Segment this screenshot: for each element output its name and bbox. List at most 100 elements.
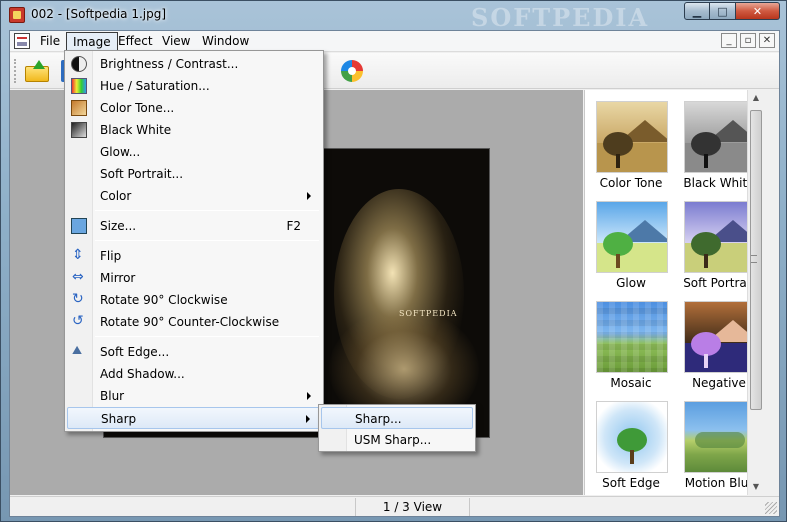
menu-item-label: Add Shadow...	[100, 367, 185, 381]
effect-thumbnails-panel: Color Tone Black White Glow Soft Portrai…	[584, 90, 764, 495]
thumb-soft-edge-image	[596, 401, 668, 473]
scrollbar-grip	[751, 255, 757, 263]
menu-item-label: Rotate 90° Clockwise	[100, 293, 228, 307]
menu-separator	[95, 210, 319, 211]
black-white-icon	[71, 122, 87, 138]
pinwheel-icon	[341, 60, 363, 82]
window-title: 002 - [Softpedia 1.jpg]	[31, 7, 167, 21]
mdi-minimize-button[interactable]: _	[721, 33, 737, 48]
menu-item-label: Flip	[100, 249, 122, 263]
menu-item-sharp[interactable]: Sharp	[67, 407, 321, 429]
menu-item-label: Hue / Saturation...	[100, 79, 210, 93]
menu-item-rotate-ccw[interactable]: Rotate 90° Counter-Clockwise	[67, 311, 321, 333]
menu-item-color[interactable]: Color	[67, 185, 321, 207]
thumb-color-tone[interactable]: Color Tone	[588, 93, 674, 193]
soft-edge-icon	[71, 343, 87, 360]
menu-item-glow[interactable]: Glow...	[67, 141, 321, 163]
thumbnail-scrollbar[interactable]: ▲ ▼	[747, 90, 764, 495]
menu-item-size[interactable]: Size... F2	[67, 215, 321, 237]
rotate-ccw-icon	[71, 313, 87, 330]
close-button[interactable]: ✕	[736, 2, 780, 20]
menu-item-blur[interactable]: Blur	[67, 385, 321, 407]
thumb-soft-edge[interactable]: Soft Edge	[588, 393, 674, 493]
menu-shortcut: F2	[286, 219, 301, 233]
app-icon[interactable]	[9, 7, 25, 23]
menu-item-sharp-dialog[interactable]: Sharp...	[321, 407, 473, 429]
app-window: 002 - [Softpedia 1.jpg] SOFTPEDIA ▁ □ ✕ …	[0, 0, 787, 522]
menu-bar: File Image Effect View Window _ ▫ ✕	[10, 31, 779, 52]
image-menu-dropdown: Brightness / Contrast... Hue / Saturatio…	[64, 50, 324, 432]
menu-item-hue-saturation[interactable]: Hue / Saturation...	[67, 75, 321, 97]
rotate-cw-icon	[71, 291, 87, 308]
thumb-glow-image	[596, 201, 668, 273]
document-icon[interactable]	[14, 33, 30, 49]
mdi-controls: _ ▫ ✕	[721, 33, 775, 48]
photo-caption: SOFTPEDIA	[399, 309, 458, 318]
thumb-label: Mosaic	[610, 376, 652, 390]
menu-separator	[95, 336, 319, 337]
mirror-icon	[71, 269, 87, 286]
menu-item-label: Sharp...	[355, 412, 402, 426]
thumb-glow[interactable]: Glow	[588, 193, 674, 293]
menu-item-black-white[interactable]: Black White	[67, 119, 321, 141]
menu-separator	[95, 240, 319, 241]
title-bar[interactable]: 002 - [Softpedia 1.jpg] SOFTPEDIA ▁ □ ✕	[1, 1, 786, 32]
thumb-negative-image	[684, 301, 756, 373]
menu-item-add-shadow[interactable]: Add Shadow...	[67, 363, 321, 385]
open-button[interactable]	[22, 57, 50, 85]
color-tone-icon	[71, 100, 87, 116]
menu-file[interactable]: File	[34, 32, 66, 51]
flip-icon	[71, 247, 87, 264]
thumb-label: Soft Edge	[602, 476, 660, 490]
thumb-color-tone-image	[596, 101, 668, 173]
mdi-restore-button[interactable]: ▫	[740, 33, 756, 48]
mdi-close-button[interactable]: ✕	[759, 33, 775, 48]
thumb-motion-blur-image	[684, 401, 756, 473]
menu-view[interactable]: View	[156, 32, 196, 51]
menu-item-label: Mirror	[100, 271, 136, 285]
minimize-button[interactable]: ▁	[684, 2, 710, 20]
menu-item-usm-sharp[interactable]: USM Sharp...	[321, 429, 473, 451]
menu-item-label: Blur	[100, 389, 125, 403]
menu-item-label: Soft Edge...	[100, 345, 170, 359]
scroll-down-icon[interactable]: ▼	[748, 479, 764, 495]
menu-item-label: Brightness / Contrast...	[100, 57, 239, 71]
sharp-submenu: Sharp... USM Sharp...	[318, 404, 476, 452]
menu-item-label: Soft Portrait...	[100, 167, 184, 181]
effects-button[interactable]	[338, 57, 366, 85]
thumb-label: Color Tone	[599, 176, 663, 190]
contrast-icon	[71, 56, 87, 72]
submenu-arrow-icon	[306, 415, 310, 423]
menu-item-mirror[interactable]: Mirror	[67, 267, 321, 289]
thumb-label: Glow	[616, 276, 646, 290]
thumb-mosaic[interactable]: Mosaic	[588, 293, 674, 393]
hue-icon	[71, 78, 87, 94]
menu-item-label: Color	[100, 189, 132, 203]
menu-item-label: Glow...	[100, 145, 141, 159]
thumb-soft-portrait-image	[684, 201, 756, 273]
menu-item-color-tone[interactable]: Color Tone...	[67, 97, 321, 119]
thumb-mosaic-image	[596, 301, 668, 373]
menu-window[interactable]: Window	[196, 32, 255, 51]
open-folder-icon	[25, 60, 49, 82]
status-view: 1 / 3 View	[355, 498, 470, 516]
status-bar: 1 / 3 View	[10, 496, 779, 516]
submenu-arrow-icon	[307, 392, 311, 400]
menu-image[interactable]: Image	[66, 32, 118, 51]
menu-item-flip[interactable]: Flip	[67, 245, 321, 267]
resize-icon	[71, 218, 87, 234]
menu-item-label: USM Sharp...	[354, 433, 432, 447]
menu-item-soft-edge[interactable]: Soft Edge...	[67, 341, 321, 363]
menu-effect[interactable]: Effect	[112, 32, 159, 51]
menu-item-soft-portrait[interactable]: Soft Portrait...	[67, 163, 321, 185]
menu-item-brightness-contrast[interactable]: Brightness / Contrast...	[67, 53, 321, 75]
menu-item-rotate-cw[interactable]: Rotate 90° Clockwise	[67, 289, 321, 311]
scroll-up-icon[interactable]: ▲	[748, 90, 764, 106]
menu-item-label: Size...	[100, 219, 137, 233]
resize-grip[interactable]	[765, 502, 777, 514]
menu-item-label: Color Tone...	[100, 101, 175, 115]
maximize-button[interactable]: □	[710, 2, 736, 20]
toolbar-grip[interactable]	[14, 59, 17, 83]
window-controls: ▁ □ ✕	[684, 2, 780, 20]
thumb-black-white-image	[684, 101, 756, 173]
